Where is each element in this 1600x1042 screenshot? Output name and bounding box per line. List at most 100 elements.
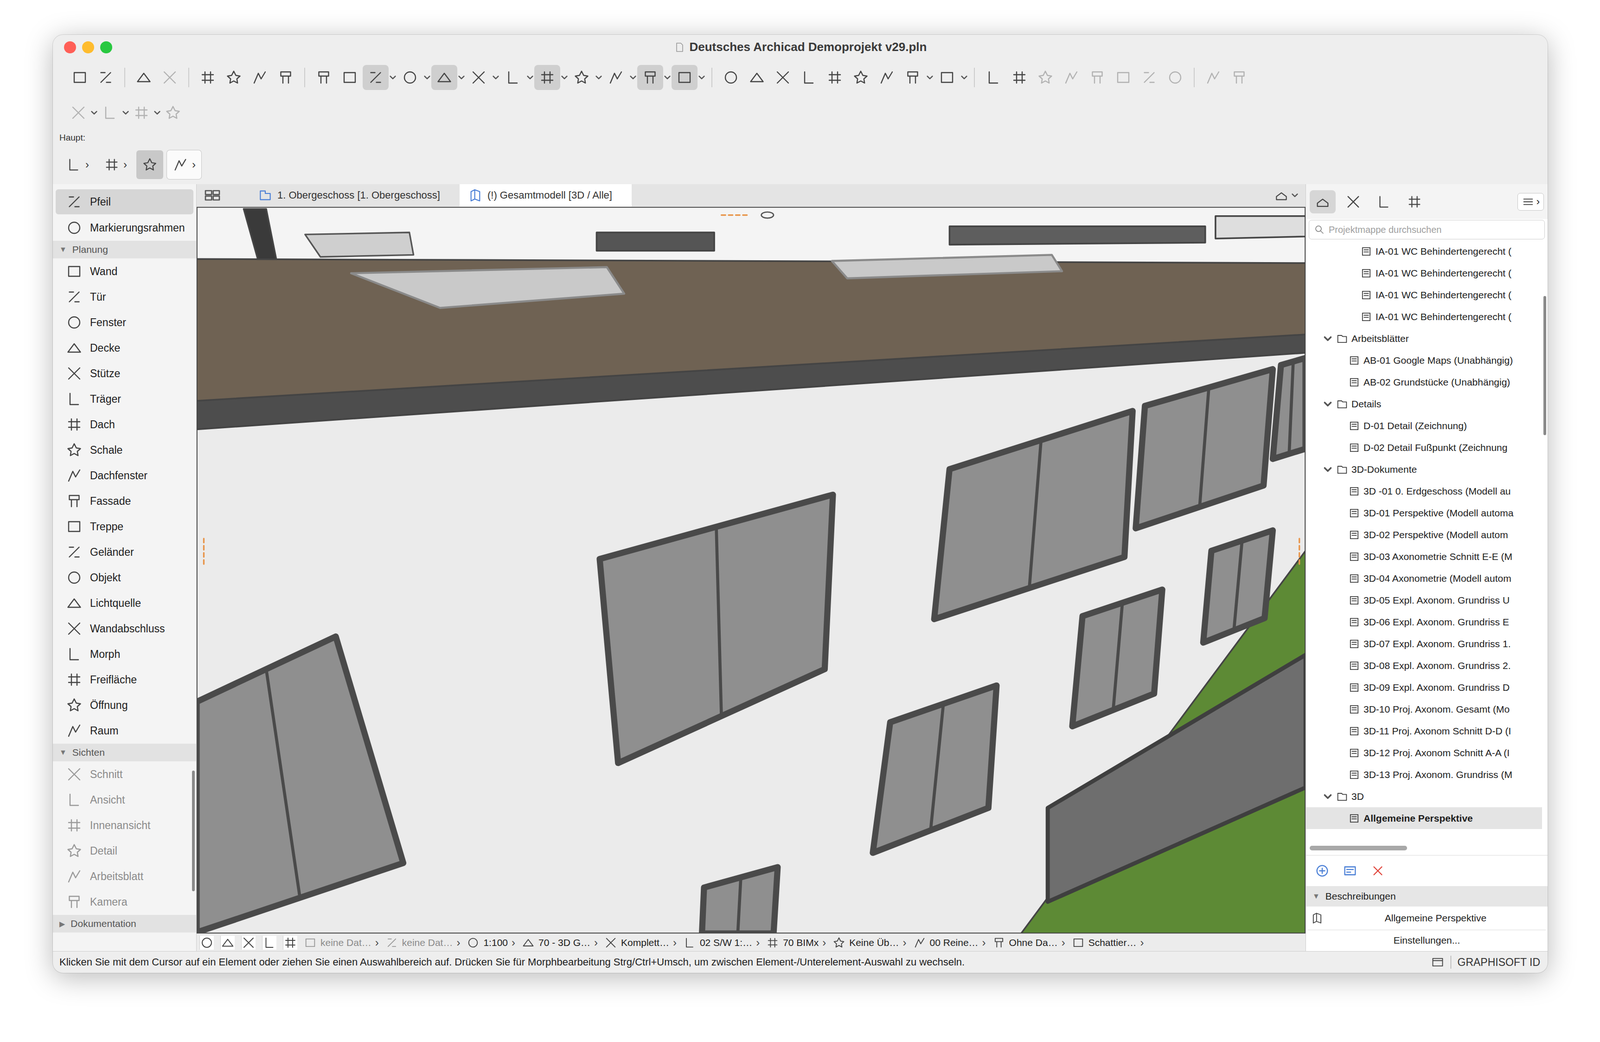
view-setting[interactable]: Schattier… › — [1071, 935, 1145, 949]
toolbar-button[interactable] — [272, 64, 299, 90]
tree-item[interactable]: IA-01 WC Behindertengerecht ( — [1305, 283, 1543, 306]
dropdown-arrow-icon[interactable] — [153, 108, 162, 117]
toolbox-item[interactable]: Dach — [55, 411, 194, 437]
view-setting[interactable]: Keine Üb… › — [832, 935, 907, 949]
selection-method-button[interactable]: › — [166, 150, 202, 180]
selection-method-button[interactable]: › — [98, 150, 133, 180]
toolbar-button[interactable] — [934, 64, 960, 90]
navigator-tab[interactable] — [1309, 190, 1336, 214]
toolbar-button[interactable] — [1058, 64, 1085, 90]
navigator-search[interactable]: Projektmappe durchsuchen — [1308, 219, 1545, 240]
account[interactable]: GRAPHISOFT ID — [1431, 955, 1541, 969]
toolbar-button[interactable] — [431, 64, 458, 90]
disclosure-icon[interactable] — [1322, 398, 1333, 410]
zoom-button[interactable] — [100, 41, 113, 54]
toolbar-button[interactable] — [66, 100, 90, 126]
dropdown-arrow-icon[interactable] — [594, 73, 603, 82]
navigation-icon[interactable] — [220, 935, 235, 950]
toolbox-item[interactable]: Decke — [55, 335, 194, 361]
view-setting[interactable]: Ohne Da… › — [992, 935, 1066, 949]
toolbox-item[interactable]: Innenansicht — [55, 812, 188, 838]
toolbar-button[interactable] — [220, 64, 247, 90]
dropdown-arrow-icon[interactable] — [388, 73, 397, 82]
toolbar-button[interactable] — [129, 100, 154, 126]
toolbox-item[interactable]: Fassade — [55, 488, 194, 514]
toolbar-button[interactable] — [362, 64, 389, 90]
view-setting[interactable]: Komplett… › — [604, 935, 677, 949]
toolbar-button[interactable] — [194, 64, 221, 90]
toolbar-button[interactable] — [1136, 64, 1163, 90]
toolbox-item[interactable]: Arbeitsblatt — [55, 863, 188, 889]
toolbox-item[interactable]: Schale — [55, 437, 194, 463]
view-setting[interactable]: keine Dat… › — [385, 935, 461, 949]
tree-item[interactable]: IA-01 WC Behindertengerecht ( — [1305, 262, 1543, 284]
dropdown-arrow-icon[interactable] — [89, 108, 99, 117]
toolbox-section-header[interactable]: ▼Sichten — [52, 743, 197, 762]
toolbox-item[interactable]: Objekt — [55, 564, 194, 590]
toolbox-item[interactable]: Lichtquelle — [55, 590, 194, 616]
toolbox-item[interactable]: Treppe — [55, 513, 194, 539]
dropdown-arrow-icon[interactable] — [560, 73, 569, 82]
tree-item[interactable]: D-02 Detail Fußpunkt (Zeichnung — [1305, 436, 1543, 459]
toolbar-button[interactable] — [795, 64, 822, 90]
toolbox-section-header[interactable]: ▶Dokumentation — [52, 914, 197, 933]
toolbar-button[interactable] — [1226, 64, 1253, 90]
view-setting[interactable]: 1:100 › — [466, 935, 516, 949]
3d-model[interactable] — [196, 206, 1306, 934]
tree-item[interactable]: 3D-10 Proj. Axonom. Gesamt (Mo — [1305, 697, 1543, 720]
tree-item[interactable]: 3D-03 Axonometrie Schnitt E-E (M — [1305, 545, 1543, 568]
dropdown-arrow-icon[interactable] — [925, 73, 935, 82]
tree-item[interactable]: 3D-12 Proj. Axonom Schnitt A-A (I — [1305, 741, 1543, 764]
toolbox-item[interactable]: Wand — [55, 258, 194, 284]
toolbar-button[interactable] — [310, 64, 337, 90]
toolbar-button[interactable] — [980, 64, 1007, 90]
toolbar-button[interactable] — [717, 64, 744, 90]
tree-item[interactable]: D-01 Detail (Zeichnung) — [1305, 414, 1543, 437]
navigator-tab[interactable] — [1340, 190, 1367, 214]
dropdown-arrow-icon[interactable] — [628, 73, 638, 82]
toolbox-item[interactable]: Fenster — [55, 309, 194, 335]
toolbox-item[interactable]: Träger — [55, 386, 194, 412]
dropdown-arrow-icon[interactable] — [491, 73, 500, 82]
toolbox-item[interactable]: Morph — [55, 641, 194, 667]
tree-item[interactable]: 3D-08 Expl. Axonom. Grundriss 2. — [1305, 654, 1543, 677]
tree-folder[interactable]: 3D-Dokumente — [1305, 458, 1543, 480]
delete-icon[interactable] — [1369, 862, 1386, 879]
toolbar-button[interactable] — [637, 64, 664, 90]
tree-item[interactable]: 3D-04 Axonometrie (Modell autom — [1305, 567, 1543, 589]
horizontal-scrollbar[interactable] — [1305, 840, 1548, 855]
disclosure-icon[interactable] — [1322, 464, 1333, 475]
toolbar-button[interactable] — [66, 64, 93, 90]
toolbar-button[interactable] — [534, 64, 561, 90]
tree-item[interactable]: 3D-06 Expl. Axonom. Grundriss E — [1305, 610, 1543, 633]
navigator-tab[interactable] — [1370, 190, 1397, 214]
navigation-icon[interactable] — [282, 935, 298, 950]
toolbox-item[interactable]: Pfeil — [55, 189, 194, 215]
view-setting[interactable]: 70 - 3D G… › — [521, 935, 598, 949]
navigator-menu-button[interactable]: › — [1517, 192, 1544, 211]
toolbar-button[interactable] — [873, 64, 900, 90]
navigation-icon[interactable] — [262, 935, 277, 950]
toolbar-button[interactable] — [743, 64, 770, 90]
toolbar-button[interactable] — [156, 64, 183, 90]
toolbar-button[interactable] — [568, 64, 595, 90]
toolbar-button[interactable] — [499, 64, 526, 90]
tree-item[interactable]: 3D-07 Expl. Axonom. Grundriss 1. — [1305, 632, 1543, 655]
tree-item[interactable]: 3D-09 Expl. Axonom. Grundriss D — [1305, 676, 1543, 698]
toolbox-item[interactable]: Freifläche — [55, 666, 194, 692]
toolbar-button[interactable] — [1006, 64, 1033, 90]
dropdown-arrow-icon[interactable] — [960, 73, 969, 82]
tab-overview-icon[interactable] — [203, 185, 222, 205]
toolbar-button[interactable] — [1162, 64, 1189, 90]
tree-item[interactable]: 3D-05 Expl. Axonom. Grundriss U — [1305, 588, 1543, 611]
close-button[interactable] — [64, 41, 77, 54]
toolbox-item[interactable]: Detail — [55, 838, 188, 864]
dropdown-arrow-icon[interactable] — [422, 73, 432, 82]
toolbox-item[interactable]: Geländer — [55, 539, 194, 565]
toolbar-button[interactable] — [98, 100, 122, 126]
tree-item[interactable]: AB-01 Google Maps (Unabhängig) — [1305, 349, 1543, 372]
toolbox-item[interactable]: Schnitt — [55, 761, 188, 787]
tree-item[interactable]: IA-01 WC Behindertengerecht ( — [1305, 305, 1543, 328]
view-tab[interactable]: (!) Gesamtmodell [3D / Alle] — [459, 184, 632, 207]
scrollbar[interactable] — [1542, 240, 1548, 841]
